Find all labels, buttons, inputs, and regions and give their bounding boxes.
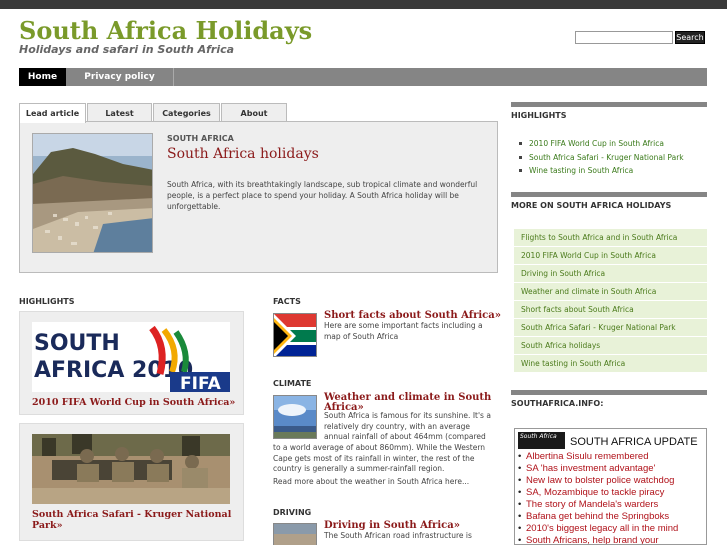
driving-heading: DRIVING bbox=[273, 508, 312, 517]
more-link[interactable]: Flights to South Africa and in South Afr… bbox=[514, 229, 707, 247]
more-link[interactable]: Wine tasting in South Africa bbox=[514, 355, 707, 373]
more-on-list: Flights to South Africa and in South Afr… bbox=[514, 229, 707, 373]
update-news-link[interactable]: SA, Mozambique to tackle piracy bbox=[518, 487, 706, 499]
fifa-logo-wordmark: FIFA bbox=[180, 374, 222, 392]
fifa-2010-logo-image[interactable]: SOUTH AFRICA 2010 FIFA bbox=[32, 322, 230, 392]
cape-town-photo[interactable] bbox=[32, 133, 153, 253]
sidebar-highlight-link[interactable]: South Africa Safari - Kruger National Pa… bbox=[519, 153, 709, 167]
update-news-link[interactable]: SA 'has investment advantage' bbox=[518, 463, 706, 475]
search-button[interactable]: Search bbox=[675, 31, 705, 44]
site-title[interactable]: South Africa Holidays bbox=[19, 16, 312, 45]
update-news-list: Albertina Sisulu remembered SA 'has inve… bbox=[518, 451, 706, 544]
tab-about[interactable]: About bbox=[221, 103, 287, 122]
climate-heading: CLIMATE bbox=[273, 379, 312, 388]
search-input[interactable] bbox=[575, 31, 673, 44]
article-text-climate-full: to a world average of about 860mm). Whil… bbox=[273, 443, 486, 473]
sidebar-highlights-list: 2010 FIFA World Cup in South Africa Sout… bbox=[519, 139, 709, 180]
article-title-facts[interactable]: Short facts about South Africa» bbox=[324, 311, 501, 321]
sidebar-highlight-link[interactable]: 2010 FIFA World Cup in South Africa bbox=[519, 139, 709, 153]
article-text-driving: The South African road infrastructure is bbox=[324, 531, 472, 540]
safari-photo[interactable] bbox=[32, 434, 230, 504]
tab-categories[interactable]: Categories bbox=[153, 103, 220, 122]
article-text-climate-right: South Africa is famous for its sunshine.… bbox=[324, 411, 491, 441]
highlight-card-safari[interactable]: South Africa Safari - Kruger National Pa… bbox=[19, 423, 244, 541]
climate-read-more-link[interactable]: Read more about the weather in South Afr… bbox=[273, 477, 493, 488]
tab-lead-article[interactable]: Lead article bbox=[19, 103, 86, 123]
article-text-facts: Here are some important facts including … bbox=[324, 321, 483, 341]
lead-title-link[interactable]: South Africa holidays bbox=[167, 146, 319, 162]
update-news-link[interactable]: Albertina Sisulu remembered bbox=[518, 451, 706, 463]
driving-thumbnail[interactable] bbox=[273, 523, 317, 545]
facts-heading: FACTS bbox=[273, 297, 301, 306]
sidebar-highlights-heading: HIGHLIGHTS bbox=[511, 102, 707, 120]
more-link[interactable]: South Africa Safari - Kruger National Pa… bbox=[514, 319, 707, 337]
south-africa-update-logo[interactable]: South Africa bbox=[518, 432, 565, 449]
nav-privacy-policy[interactable]: Privacy policy bbox=[66, 68, 174, 86]
update-widget-title: SOUTH AFRICA UPDATE bbox=[570, 436, 698, 448]
top-bar bbox=[0, 0, 727, 9]
update-news-link[interactable]: Bafana get behind the Springboks bbox=[518, 511, 706, 523]
fifa-logo-line1: SOUTH bbox=[34, 331, 120, 356]
highlight-caption-safari[interactable]: South Africa Safari - Kruger National Pa… bbox=[32, 509, 232, 531]
more-link[interactable]: Weather and climate in South Africa bbox=[514, 283, 707, 301]
south-africa-flag-thumbnail[interactable] bbox=[273, 313, 317, 357]
update-news-link[interactable]: New law to bolster police watchdog bbox=[518, 475, 706, 487]
southafrica-info-heading: SOUTHAFRICA.INFO: bbox=[511, 390, 707, 408]
update-news-link[interactable]: The story of Mandela's warders bbox=[518, 499, 706, 511]
more-link[interactable]: South Africa holidays bbox=[514, 337, 707, 355]
site-tagline: Holidays and safari in South Africa bbox=[19, 43, 235, 56]
tab-latest[interactable]: Latest bbox=[87, 103, 152, 122]
article-title-driving[interactable]: Driving in South Africa» bbox=[324, 521, 460, 531]
nav-home[interactable]: Home bbox=[19, 68, 66, 86]
south-africa-update-widget: South Africa SOUTH AFRICA UPDATE Alberti… bbox=[514, 428, 707, 545]
more-link[interactable]: Short facts about South Africa bbox=[514, 301, 707, 319]
update-news-link[interactable]: South Africans, help brand your bbox=[518, 535, 706, 544]
climate-thumbnail[interactable] bbox=[273, 395, 317, 439]
more-link[interactable]: Driving in South Africa bbox=[514, 265, 707, 283]
highlight-card-fifa[interactable]: SOUTH AFRICA 2010 FIFA 2010 FIFA World C… bbox=[19, 311, 244, 415]
article-title-climate[interactable]: Weather and climate in South Africa» bbox=[324, 393, 494, 413]
lead-section-label: SOUTH AFRICA bbox=[167, 134, 234, 143]
lead-text: South Africa, with its breathtakingly la… bbox=[167, 180, 478, 211]
main-nav: Home Privacy policy bbox=[19, 68, 707, 86]
highlights-heading: HIGHLIGHTS bbox=[19, 297, 75, 306]
update-news-link[interactable]: 2010's biggest legacy all in the mind bbox=[518, 523, 706, 535]
more-on-heading: MORE ON SOUTH AFRICA HOLIDAYS bbox=[511, 192, 707, 210]
sidebar-highlight-link[interactable]: Wine tasting in South Africa bbox=[519, 166, 709, 180]
more-link[interactable]: 2010 FIFA World Cup in South Africa bbox=[514, 247, 707, 265]
highlight-caption-fifa[interactable]: 2010 FIFA World Cup in South Africa» bbox=[32, 397, 235, 408]
